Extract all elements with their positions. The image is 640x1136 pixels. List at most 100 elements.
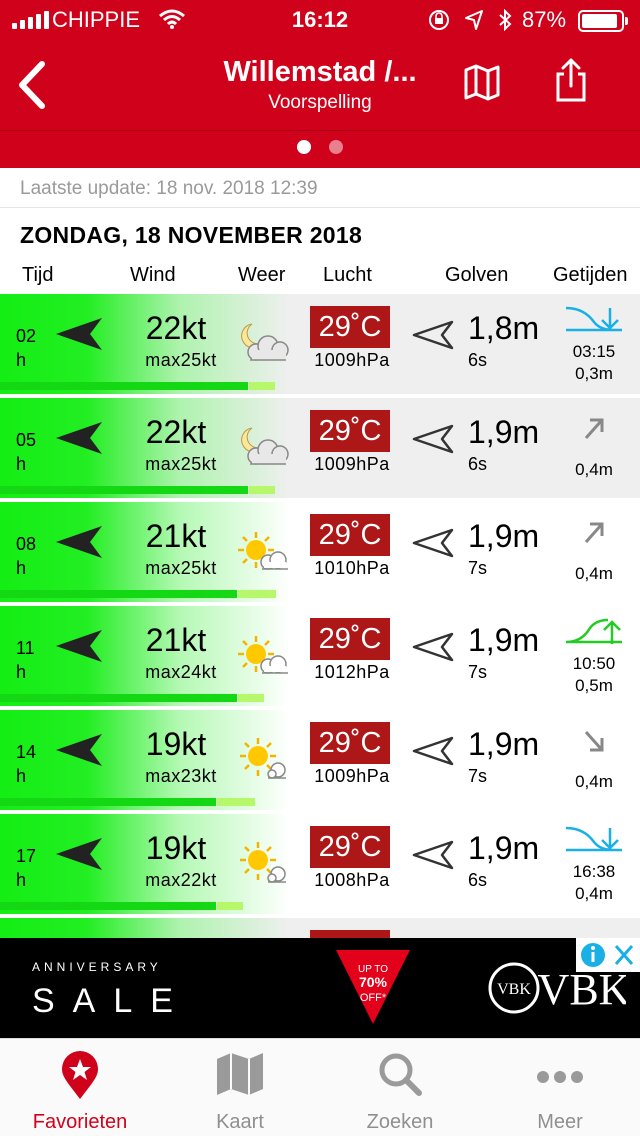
tide-falling-icon [564,824,624,865]
wave-height: 1,8m [468,310,540,346]
tide-height: 0,4m [575,460,613,479]
wave-direction-icon [412,424,456,459]
wind-bar-fill [0,902,216,910]
gust-bar-fill [249,486,275,494]
gust-bar-fill [238,590,276,598]
wave-period: 6s [468,350,488,370]
gust-bar-fill [217,798,255,806]
tab-meer[interactable]: Meer [480,1039,640,1136]
gust-bar-fill [249,382,275,390]
battery-icon [578,10,628,32]
forecast-row[interactable]: 14 h 19kt max23kt 29˚C 1009hPa 1,9m 7s 0,4m [0,710,640,812]
ad-discount-badge: UP TO 70% OFF* [336,950,410,1024]
tide-time: 10:50 [572,654,616,673]
bluetooth-icon [499,9,512,31]
star-pin-icon [62,1051,98,1099]
wind-speed: 21kt [145,518,207,554]
arrow-down-right-icon [564,720,624,761]
search-icon [379,1053,422,1096]
tab-label: Meer [537,1111,583,1133]
wave-period: 6s [468,454,488,474]
row-time: 14 h [16,742,37,786]
row-time: 05 h [16,430,37,474]
last-update-text: Laatste update: 18 nov. 2018 12:39 [20,178,318,199]
wave-height: 1,9m [468,726,540,762]
wind-bar-fill [0,382,248,390]
arrow-up-right-icon [564,512,624,553]
wind-max: max25kt [145,350,217,370]
wind-speed: 22kt [145,310,207,346]
share-button[interactable] [550,56,592,104]
row-time: 02 h [16,326,37,370]
tab-bar: Favorieten Kaart Zoeken Meer [0,1038,640,1136]
col-tides: Getijden [553,264,628,286]
air-pressure: 1012hPa [314,662,390,682]
ad-choices-icon[interactable] [576,938,640,972]
forecast-row[interactable]: 02 h 22kt max25kt 29˚C 1009hPa 1,8m 6s 03:15 0,3m [0,294,640,396]
wind-speed: 21kt [145,622,207,658]
column-headers: Tijd Wind Weer Lucht Golven Getijden [0,264,640,290]
wave-height: 1,9m [468,830,540,866]
tab-favorieten[interactable]: Favorieten [0,1039,160,1136]
air-pressure: 1009hPa [314,350,390,370]
ad-banner[interactable]: ANNIVERSARY SALE UP TO 70% OFF* VBK VBK [0,938,640,1038]
date-heading: ZONDAG, 18 NOVEMBER 2018 [20,222,363,248]
wave-period: 7s [468,766,488,786]
status-bar: CHIPPIE 16:12 87% [0,0,640,40]
map-button[interactable] [462,62,502,102]
tide-falling-icon [564,304,624,345]
wave-height: 1,9m [468,622,540,658]
col-wind: Wind [130,264,176,286]
page-dot-1[interactable] [297,140,311,154]
wind-arrow-icon [54,420,106,461]
sun-cloud-icon [234,632,292,685]
row-time: 08 h [16,534,37,578]
wind-max: max25kt [145,558,217,578]
ad-badge-percent: 70% [359,974,388,990]
forecast-row[interactable]: 05 h 22kt max25kt 29˚C 1009hPa 1,9m 6s 0,4m [0,398,640,500]
tide-height: 0,5m [575,676,613,695]
wave-height: 1,9m [468,414,540,450]
tab-label: Kaart [216,1111,264,1133]
gust-bar-fill [238,694,264,702]
page-title: Willemstad /... [223,56,417,88]
sun-small-cloud-icon [234,840,292,893]
ad-brand-small: VBK [497,981,531,998]
location-icon [465,10,483,30]
rotation-lock-icon [429,10,449,30]
forecast-row[interactable]: 17 h 19kt max22kt 29˚C 1008hPa 1,9m 6s 16:38 0,4m [0,814,640,916]
back-button[interactable] [14,60,50,110]
col-waves: Golven [445,264,509,286]
tide-height: 0,3m [575,364,613,383]
wind-max: max23kt [145,766,217,786]
wave-direction-icon [412,528,456,563]
ad-text-anniversary: ANNIVERSARY [32,960,162,974]
ad-badge-off: OFF* [360,992,387,1004]
arrow-up-right-icon [564,408,624,449]
tab-label: Zoeken [366,1111,434,1133]
app-screen: CHIPPIE 16:12 87% Willemstad /... Voorsp… [0,0,640,1136]
row-time: 17 h [16,846,37,890]
battery-percent: 87% [522,7,567,32]
tab-kaart[interactable]: Kaart [160,1039,320,1136]
wave-period: 7s [468,558,488,578]
wind-arrow-icon [54,836,106,877]
wind-speed: 22kt [145,414,207,450]
page-indicator[interactable] [0,140,640,156]
row-time: 11 h [16,638,35,682]
nav-bar: Willemstad /... Voorspelling [0,40,640,130]
tide-time: 03:15 [572,342,616,361]
wave-period: 6s [468,870,488,890]
forecast-row[interactable]: 11 h 21kt max24kt 29˚C 1012hPa 1,9m 7s 10:50 0,5m [0,606,640,708]
air-pressure: 1009hPa [314,454,390,474]
sun-cloud-icon [234,528,292,581]
forecast-row[interactable]: 08 h 21kt max25kt 29˚C 1010hPa 1,9m 7s 0,4m [0,502,640,604]
tide-time: 16:38 [572,862,616,881]
page-dot-2[interactable] [329,140,343,154]
tab-zoeken[interactable]: Zoeken [320,1039,480,1136]
wind-speed: 19kt [145,726,207,762]
wave-direction-icon [412,632,456,667]
air-pressure: 1010hPa [314,558,390,578]
wind-bar-fill [0,486,248,494]
wind-max: max25kt [145,454,217,474]
